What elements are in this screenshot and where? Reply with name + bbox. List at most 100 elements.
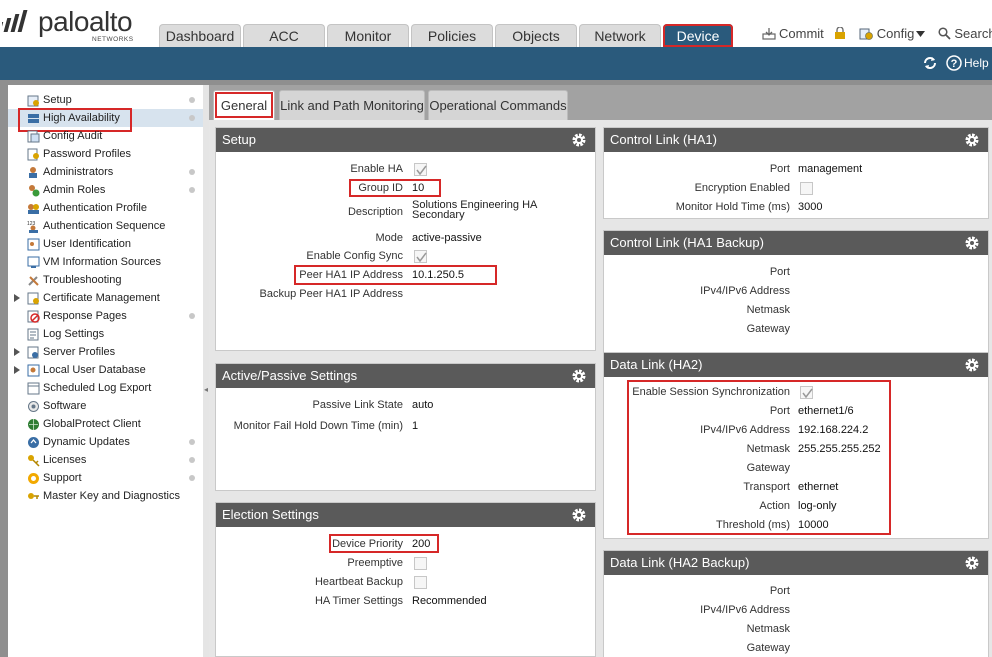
sidebar-item-admin-roles[interactable]: Admin Roles <box>8 181 203 199</box>
expand-arrow-icon[interactable] <box>14 294 20 302</box>
sidebar-item-globalprotect-client[interactable]: GlobalProtect Client <box>8 415 203 433</box>
sidebar-item-vm-information-sources[interactable]: VM Information Sources <box>8 253 203 271</box>
lock-button[interactable] <box>834 27 849 40</box>
ha1-encryption-row: Encryption Enabled <box>604 179 988 197</box>
sidebar-item-log-settings[interactable]: Log Settings <box>8 325 203 343</box>
gear-icon[interactable] <box>964 235 980 251</box>
sidebar-item-certificate-management[interactable]: Certificate Management <box>8 289 203 307</box>
config-menu-button[interactable]: Config <box>859 26 929 41</box>
panel-title: Control Link (HA1) <box>610 132 717 147</box>
certificate-management-icon <box>27 292 40 305</box>
sidebar-item-master-key-and-diagnostics[interactable]: Master Key and Diagnostics <box>8 487 203 505</box>
preemptive-checkbox[interactable] <box>414 557 427 570</box>
mode-value: active-passive <box>412 232 482 244</box>
sidebar: Setup High Availability Config Audit Pas… <box>8 85 203 657</box>
field-label: Group ID <box>358 182 403 194</box>
field-label: IPv4/IPv6 Address <box>700 424 790 436</box>
data-link-ha2-backup-panel: Data Link (HA2 Backup) Port IPv4/IPv6 Ad… <box>603 550 989 657</box>
config-sync-checkbox[interactable] <box>414 250 427 263</box>
sidebar-item-setup[interactable]: Setup <box>8 91 203 109</box>
panels-area: Setup Enable HA Group ID 10 Description <box>209 120 992 657</box>
config-audit-icon <box>27 130 40 143</box>
ha2-threshold-value: 10000 <box>798 519 829 531</box>
setup-panel-header: Setup <box>216 128 595 152</box>
tab-general[interactable]: General <box>213 90 275 120</box>
tab-dashboard[interactable]: Dashboard <box>159 24 241 47</box>
gear-icon[interactable] <box>964 555 980 571</box>
gear-icon[interactable] <box>571 132 587 148</box>
sidebar-item-high-availability[interactable]: High Availability <box>8 108 203 132</box>
sidebar-item-local-user-database[interactable]: Local User Database <box>8 361 203 379</box>
tab-acc[interactable]: ACC <box>243 24 325 47</box>
local-user-database-icon <box>27 364 40 377</box>
passive-link-state-row: Passive Link State auto <box>216 396 595 414</box>
sidebar-item-label: Server Profiles <box>43 346 116 358</box>
field-label: Device Priority <box>332 538 403 550</box>
tab-device[interactable]: Device <box>663 24 733 47</box>
field-label: Port <box>769 585 790 597</box>
ha2b-gateway-row: Gateway <box>604 639 988 657</box>
tab-link-and-path-monitoring[interactable]: Link and Path Monitoring <box>279 90 425 120</box>
lock-icon <box>834 27 845 39</box>
tab-policies[interactable]: Policies <box>411 24 493 47</box>
session-sync-checkbox[interactable] <box>800 386 813 399</box>
sidebar-item-administrators[interactable]: Administrators <box>8 163 203 181</box>
gear-icon[interactable] <box>571 507 587 523</box>
ha2-backup-panel-header: Data Link (HA2 Backup) <box>604 551 988 575</box>
sidebar-item-troubleshooting[interactable]: Troubleshooting <box>8 271 203 289</box>
encryption-checkbox[interactable] <box>800 182 813 195</box>
sidebar-item-authentication-profile[interactable]: Authentication Profile <box>8 199 203 217</box>
gear-icon[interactable] <box>964 357 980 373</box>
field-label: Enable HA <box>350 163 403 175</box>
troubleshooting-icon <box>27 274 40 287</box>
help-label: Help <box>964 56 989 70</box>
sidebar-item-config-audit[interactable]: Config Audit <box>8 127 203 145</box>
sidebar-item-server-profiles[interactable]: Server Profiles <box>8 343 203 361</box>
sidebar-item-response-pages[interactable]: Response Pages <box>8 307 203 325</box>
tab-monitor[interactable]: Monitor <box>327 24 409 47</box>
sidebar-item-support[interactable]: Support <box>8 469 203 487</box>
sidebar-item-label: Authentication Sequence <box>43 220 166 232</box>
field-label: Transport <box>743 481 790 493</box>
status-dot <box>189 115 195 121</box>
enable-ha-checkbox[interactable] <box>414 163 427 176</box>
tab-network[interactable]: Network <box>579 24 661 47</box>
setup-panel: Setup Enable HA Group ID 10 Description <box>215 127 596 351</box>
sidebar-item-scheduled-log-export[interactable]: Scheduled Log Export <box>8 379 203 397</box>
ha1-port-value: management <box>798 163 863 175</box>
ha-timer-row: HA Timer Settings Recommended <box>216 592 595 610</box>
sidebar-item-dynamic-updates[interactable]: Dynamic Updates <box>8 433 203 451</box>
field-label: Gateway <box>746 323 790 335</box>
search-button[interactable]: Search <box>938 26 992 41</box>
ha2b-ip-row: IPv4/IPv6 Address <box>604 601 988 619</box>
sidebar-item-label: Certificate Management <box>43 292 160 304</box>
expand-arrow-icon[interactable] <box>14 366 20 374</box>
sidebar-item-authentication-sequence[interactable]: 123 Authentication Sequence <box>8 217 203 235</box>
heartbeat-backup-checkbox[interactable] <box>414 576 427 589</box>
field-label: Peer HA1 IP Address <box>299 269 403 281</box>
refresh-button[interactable] <box>922 55 938 74</box>
group-id-value: 10 <box>412 182 425 194</box>
tab-operational-commands[interactable]: Operational Commands <box>428 90 568 120</box>
field-label: Threshold (ms) <box>716 519 790 531</box>
sidebar-item-software[interactable]: Software <box>8 397 203 415</box>
sidebar-item-label: Setup <box>43 94 72 106</box>
expand-arrow-icon[interactable] <box>14 348 20 356</box>
field-label: Description <box>347 206 403 218</box>
status-dot <box>189 439 195 445</box>
response-pages-icon <box>27 310 40 323</box>
sidebar-item-password-profiles[interactable]: Password Profiles <box>8 145 203 163</box>
gear-icon[interactable] <box>571 368 587 384</box>
help-button[interactable]: ? Help <box>946 55 989 71</box>
control-link-ha1-panel: Control Link (HA1) Port management Encry… <box>603 127 989 219</box>
master-key-icon <box>27 490 40 503</box>
sidebar-item-user-identification[interactable]: User Identification <box>8 235 203 253</box>
tab-objects[interactable]: Objects <box>495 24 577 47</box>
gear-icon[interactable] <box>964 132 980 148</box>
commit-button[interactable]: Commit <box>762 26 824 41</box>
collapse-arrow-icon[interactable]: ◂ <box>204 385 208 394</box>
description-value: Solutions Engineering HA Secondary <box>412 200 537 221</box>
scheduled-log-export-icon <box>27 382 40 395</box>
sidebar-item-label: Admin Roles <box>43 184 106 196</box>
sidebar-item-licenses[interactable]: Licenses <box>8 451 203 469</box>
